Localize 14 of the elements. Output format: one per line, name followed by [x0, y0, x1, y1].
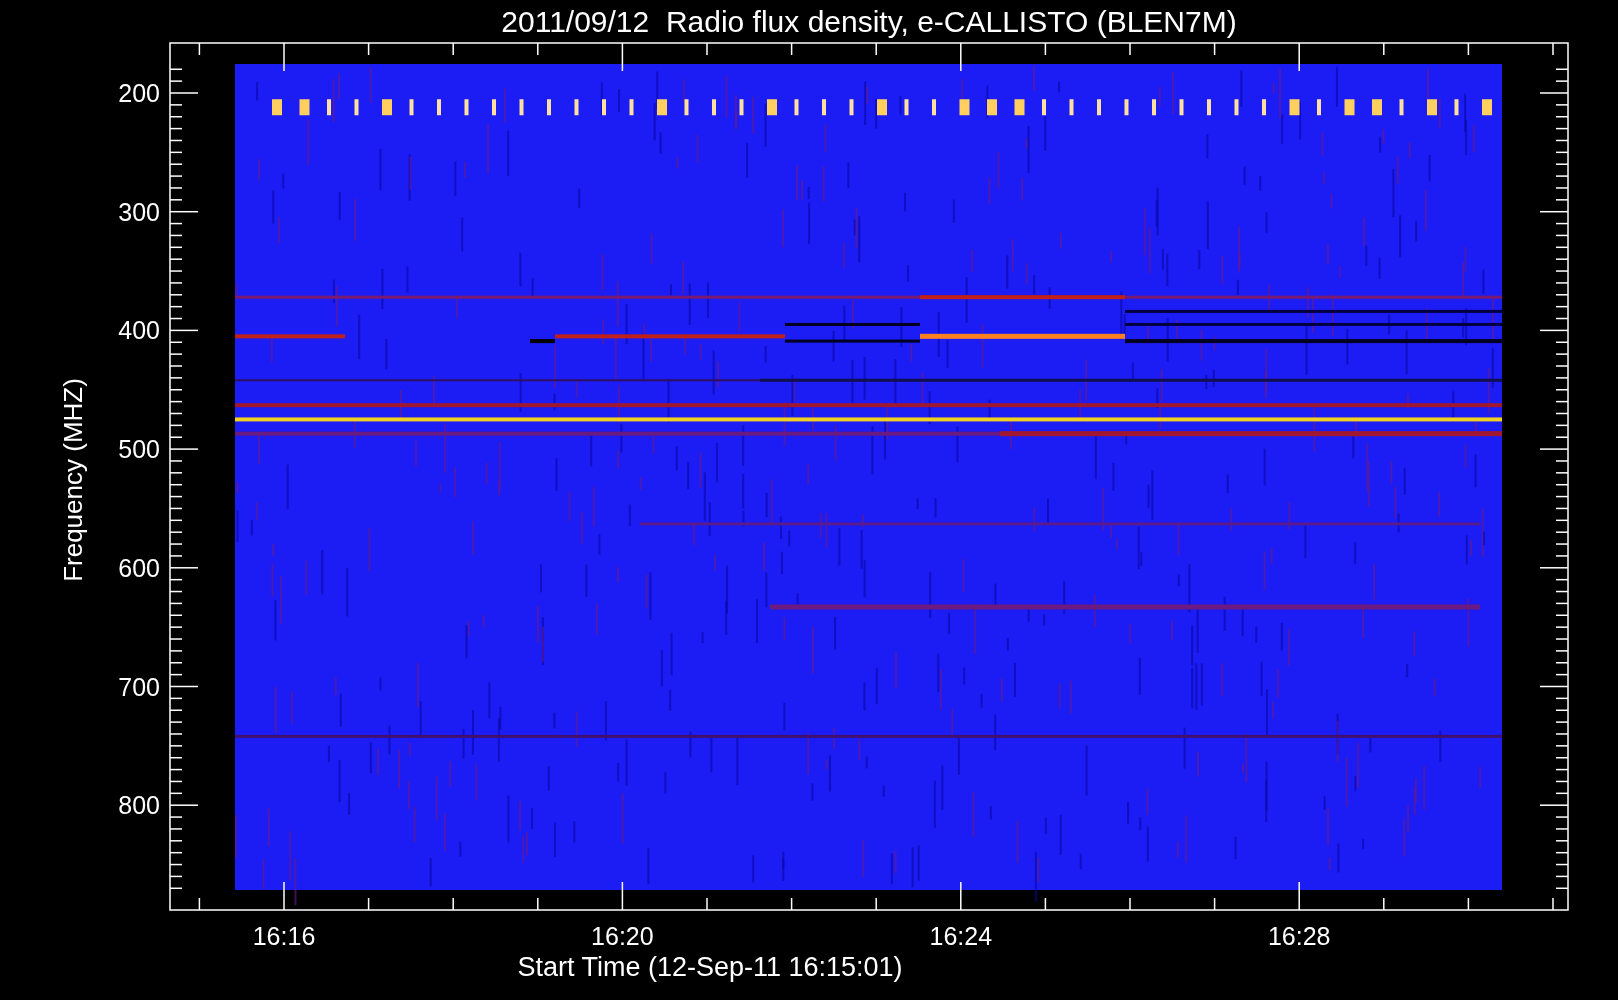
axis-tick-label: 16:20 [591, 922, 654, 950]
axis-label: Start Time (12-Sep-11 16:15:01) [517, 952, 903, 982]
axis-tick-label: 700 [118, 672, 160, 701]
axis-tick-label: 500 [118, 435, 160, 464]
axis-tick-label: 400 [118, 316, 160, 345]
axis-tick-label: 600 [118, 553, 160, 582]
chart-title: 2011/09/12 Radio flux density, e-CALLISTO (BLEN7M) [501, 5, 1237, 38]
axis-tick-label: 300 [118, 197, 160, 226]
axis-label: Frequency (MHZ) [58, 378, 88, 582]
axis-tick-label: 16:16 [252, 922, 316, 950]
axis-tick-label: 16:24 [929, 922, 993, 950]
axis-tick-label: 800 [118, 791, 160, 820]
axis-tick-label: 16:28 [1267, 922, 1331, 950]
axis-tick-label: 200 [118, 79, 160, 107]
